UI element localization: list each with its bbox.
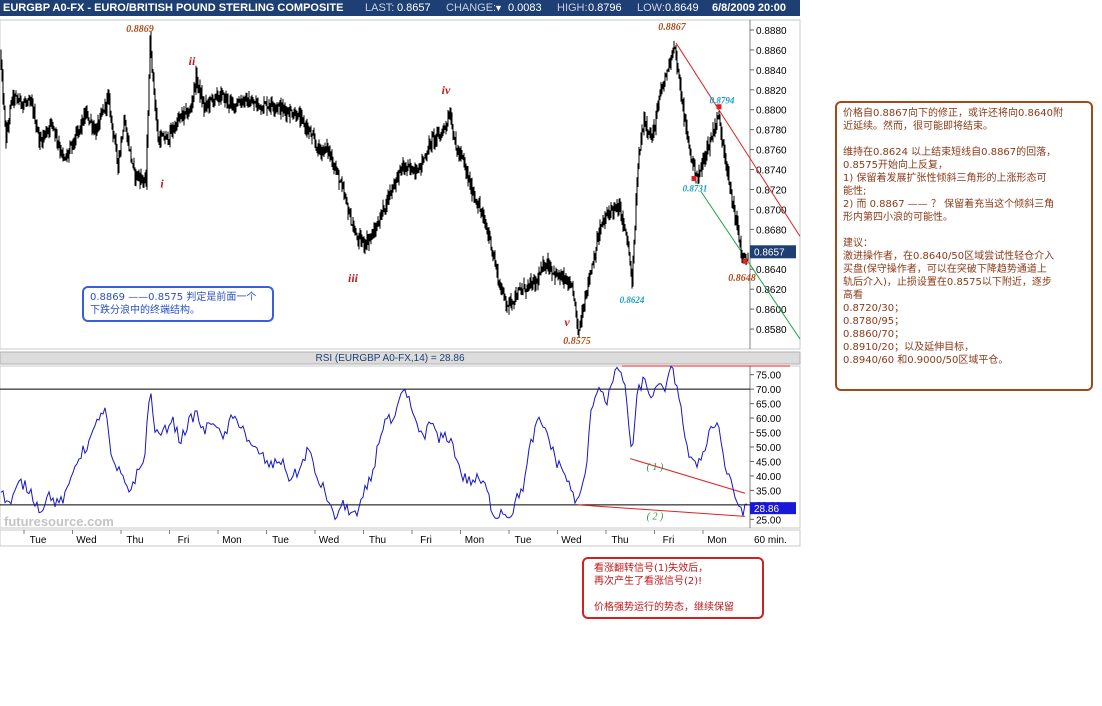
price-tick-label: 0.8640 [756, 265, 787, 276]
x-day-label: Tue [30, 535, 47, 546]
x-day-label: Mon [222, 535, 241, 546]
price-annotation: 0.8575 [563, 336, 591, 347]
x-day-label: Fri [663, 535, 675, 546]
price-annotation: 0.8867 [658, 22, 687, 33]
x-day-label: Mon [465, 535, 484, 546]
price-annotation: 0.8794 [710, 96, 735, 106]
price-tick-label: 0.8620 [756, 285, 787, 296]
price-annotation: 0.8731 [683, 183, 708, 193]
wave-note-box: 0.8869 ——0.8575 判定是前面一个 下跌分浪中的终端结构。 [82, 286, 274, 322]
price-annotation: 0.8648 [728, 273, 756, 284]
x-day-label: Tue [272, 535, 289, 546]
rsi-tick-label: 25.00 [756, 515, 781, 526]
rsi-signal-label: ( 2 ) [647, 511, 664, 522]
price-tick-label: 0.8680 [756, 225, 787, 236]
rsi-title: RSI (EURGBP A0-FX,14) = 28.86 [315, 353, 464, 364]
x-day-label: Thu [611, 535, 628, 546]
price-tick-label: 0.8780 [756, 126, 787, 137]
rsi-tick-label: 55.00 [756, 429, 781, 440]
x-day-label: Fri [420, 535, 432, 546]
signal-note-box: 看涨翻转信号(1)失效后， 再次产生了看涨信号(2)! 价格强势运行的势态，继续… [582, 557, 764, 619]
rsi-tick-label: 60.00 [756, 414, 781, 425]
x-day-label: Wed [319, 535, 339, 546]
wave-label: iv [442, 83, 451, 97]
price-tick-label: 0.8580 [756, 325, 787, 336]
price-tick-label: 0.8880 [756, 26, 787, 37]
price-tick-label: 0.8800 [756, 106, 787, 117]
rsi-tick-label: 45.00 [756, 457, 781, 468]
analysis-note-box: 价格自0.8867向下的修正，或许还将向0.8640附 近延续。然而，很可能即将… [835, 101, 1093, 391]
x-axis-strip [0, 529, 801, 547]
x-day-label: Fri [178, 535, 190, 546]
rsi-tick-label: 35.00 [756, 486, 781, 497]
wave-label: iii [348, 271, 359, 285]
rsi-signal-label: ( 1 ) [647, 462, 664, 473]
price-annotation: 0.8869 [126, 24, 154, 35]
rsi-tick-label: 70.00 [756, 385, 781, 396]
price-tick-label: 0.8820 [756, 86, 787, 97]
watermark-logo: futuresource.com [4, 514, 114, 529]
price-tick-label: 0.8760 [756, 146, 787, 157]
rsi-tick-label: 65.00 [756, 400, 781, 411]
rsi-tick-label: 40.00 [756, 472, 781, 483]
last-price-tag-text: 0.8657 [754, 247, 785, 258]
price-tick-label: 0.8600 [756, 305, 787, 316]
wave-label: v [564, 315, 570, 329]
rsi-panel [0, 365, 801, 529]
price-tick-label: 0.8840 [756, 66, 787, 77]
x-interval-label: 60 min. [754, 535, 787, 546]
last-rsi-tag-text: 28.86 [754, 504, 779, 515]
rsi-tick-label: 50.00 [756, 443, 781, 454]
price-marker [742, 258, 748, 264]
wave-label: ii [189, 54, 196, 68]
rsi-tick-label: 75.00 [756, 371, 781, 382]
x-day-label: Wed [561, 535, 581, 546]
price-marker [691, 176, 697, 182]
x-day-label: Tue [515, 535, 532, 546]
x-day-label: Thu [369, 535, 386, 546]
x-day-label: Wed [76, 535, 96, 546]
price-annotation: 0.8624 [620, 295, 645, 305]
price-tick-label: 0.8700 [756, 205, 787, 216]
price-tick-label: 0.8860 [756, 46, 787, 57]
x-day-label: Thu [126, 535, 143, 546]
x-day-label: Mon [707, 535, 726, 546]
